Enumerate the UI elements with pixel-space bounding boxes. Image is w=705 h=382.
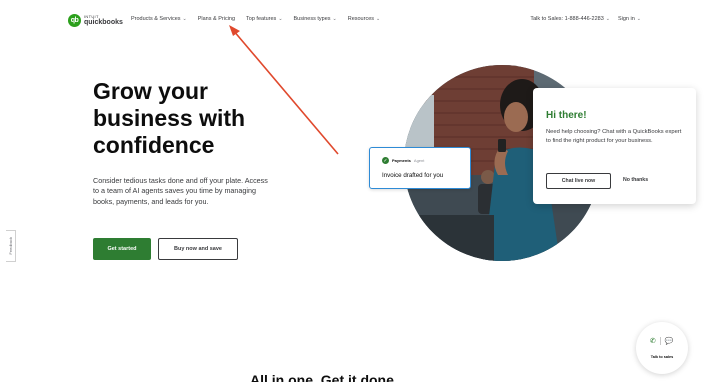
hero-subtitle: Consider tedious tasks done and off your… <box>93 176 268 206</box>
chevron-down-icon: ⌄ <box>605 16 610 22</box>
quickbooks-logo-icon: qb <box>68 14 81 27</box>
chat-live-now-button[interactable]: Chat live now <box>546 173 611 189</box>
agent-label: Agent <box>413 158 425 163</box>
payments-label: Payments <box>392 158 411 163</box>
top-nav: qb INTUIT quickbooks Products & Services… <box>0 0 705 42</box>
chevron-down-icon: ⌄ <box>182 16 187 22</box>
logo-quickbooks-text: quickbooks <box>84 19 123 26</box>
chat-title: Hi there! <box>546 110 587 121</box>
nav-link-label: Business types <box>293 16 331 22</box>
chat-popup: Hi there! Need help choosing? Chat with … <box>533 88 696 204</box>
nav-links: Products & Services ⌄ Plans & Pricing Top… <box>131 16 391 22</box>
chevron-down-icon: ⌄ <box>332 16 337 22</box>
section-heading: All in one. Get it done. <box>250 372 398 382</box>
sign-in-label: Sign in <box>617 16 635 22</box>
chevron-down-icon: ⌄ <box>278 16 283 22</box>
phone-icon: ✆ <box>650 338 656 345</box>
hero-title: Grow your business with confidence <box>93 78 246 158</box>
quickbooks-logo[interactable]: qb INTUIT quickbooks <box>68 14 123 27</box>
check-circle-icon: ✓ <box>382 157 389 164</box>
nav-link-label: Products & Services <box>131 16 181 22</box>
nav-products-services[interactable]: Products & Services ⌄ <box>131 16 187 22</box>
nav-resources[interactable]: Resources ⌄ <box>348 16 381 22</box>
chevron-down-icon: ⌄ <box>636 16 641 22</box>
talk-to-sales-label: Talk to sales <box>650 355 674 359</box>
get-started-button[interactable]: Get started <box>93 238 151 260</box>
nav-business-types[interactable]: Business types ⌄ <box>294 16 337 22</box>
chat-body: Need help choosing? Chat with a QuickBoo… <box>546 129 682 144</box>
nav-plans-pricing[interactable]: Plans & Pricing <box>198 16 235 22</box>
talk-icons: ✆ 💬 <box>650 337 674 345</box>
payments-agent-card: ✓ Payments Agent Invoice drafted for you <box>369 147 471 189</box>
feedback-label: Feedback <box>8 237 13 255</box>
nav-right: Talk to Sales: 1-888-446-2283 ⌄ Sign in ⌄ <box>530 16 641 22</box>
talk-to-sales-widget[interactable]: ✆ 💬 Talk to sales <box>636 322 688 374</box>
payments-card-header: ✓ Payments Agent <box>382 157 424 164</box>
nav-link-label: Plans & Pricing <box>197 16 236 22</box>
feedback-tab[interactable]: Feedback <box>6 230 16 262</box>
chevron-down-icon: ⌄ <box>376 16 381 22</box>
chat-bubble-icon: 💬 <box>664 338 674 345</box>
buy-now-button[interactable]: Buy now and save <box>158 238 238 260</box>
no-thanks-button[interactable]: No thanks <box>623 177 648 183</box>
logo-wordmark: INTUIT quickbooks <box>84 15 123 27</box>
talk-to-sales-phone-link[interactable]: Talk to Sales: 1-888-446-2283 ⌄ <box>530 16 610 22</box>
nav-link-label: Top features <box>246 16 277 22</box>
icon-divider <box>659 337 661 345</box>
invoice-drafted-text: Invoice drafted for you <box>382 172 444 179</box>
nav-link-label: Resources <box>347 16 375 22</box>
sign-in-link[interactable]: Sign in ⌄ <box>618 16 641 22</box>
nav-top-features[interactable]: Top features ⌄ <box>246 16 282 22</box>
sales-phone-label: Talk to Sales: 1-888-446-2283 <box>530 16 604 22</box>
